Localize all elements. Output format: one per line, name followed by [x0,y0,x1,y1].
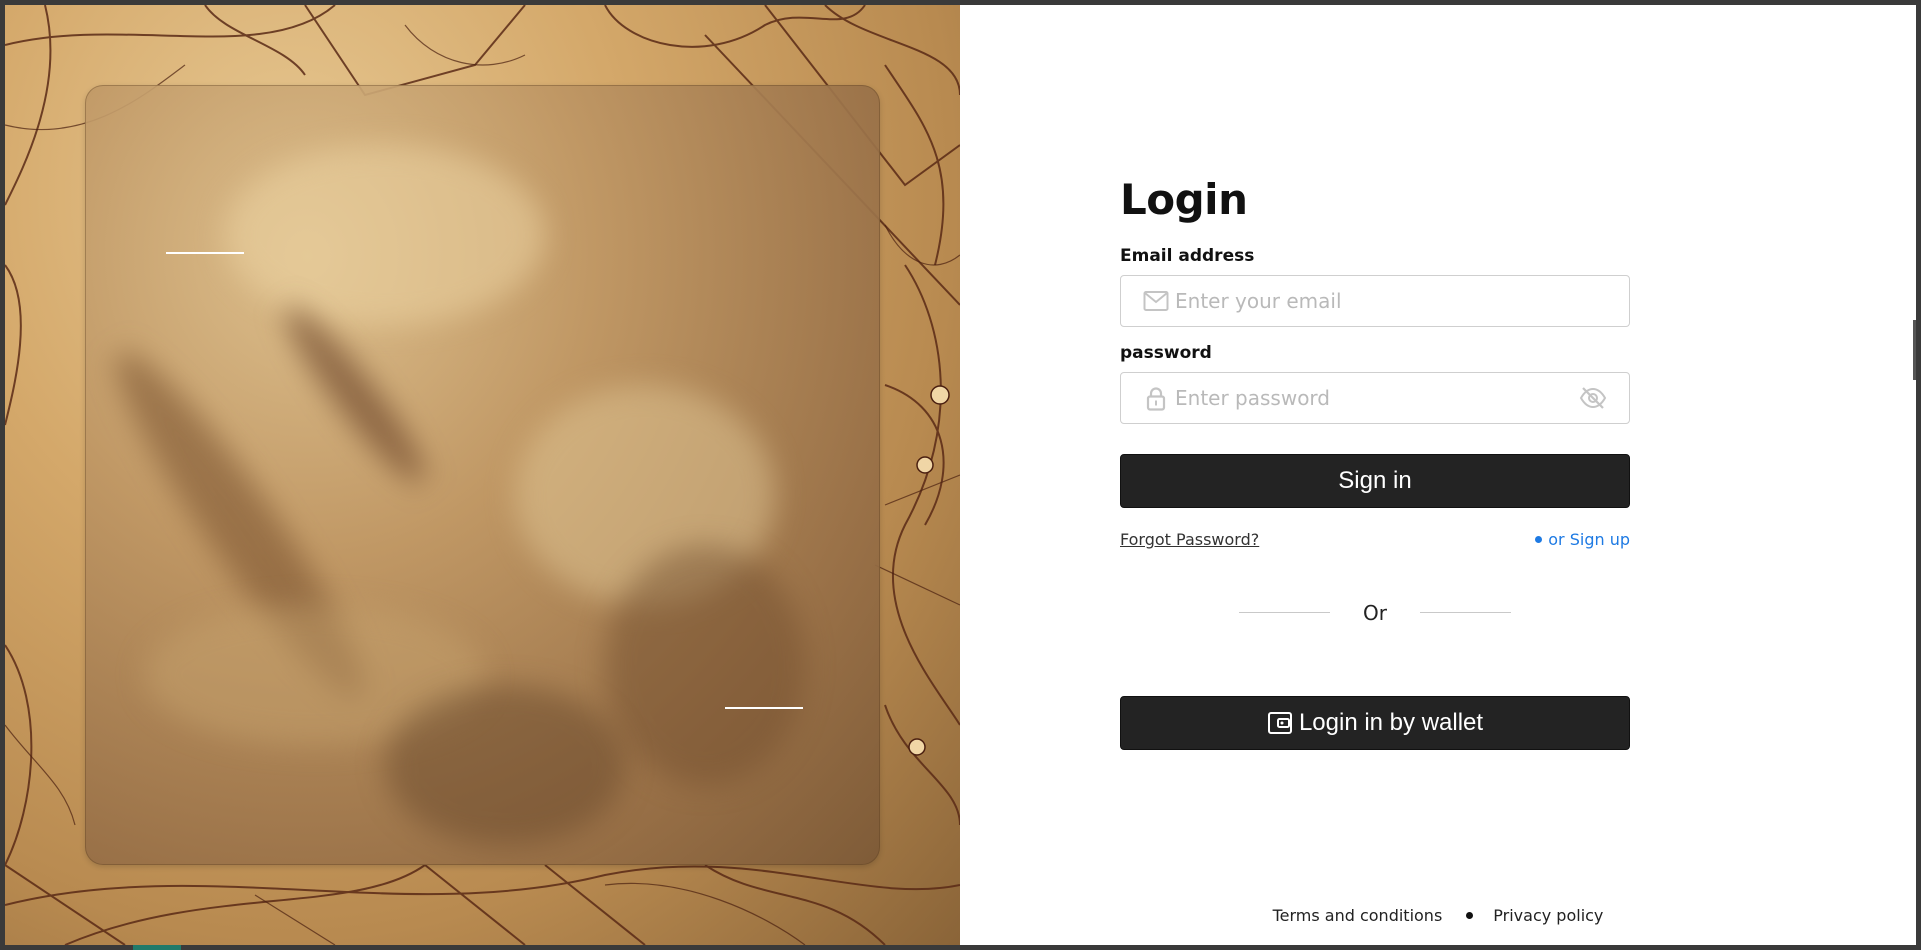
lock-icon [1146,387,1166,411]
login-form: Login Email address password [1120,170,1630,750]
email-field[interactable] [1175,276,1575,326]
footer: Terms and conditions Privacy policy [960,903,1916,927]
wallet-login-button[interactable]: Login in by wallet [1120,696,1630,750]
sign-up-link[interactable]: or Sign up [1535,530,1630,549]
email-label: Email address [1120,246,1255,266]
taskbar-indicator [133,945,181,950]
divider-line-right [1420,612,1511,613]
sign-in-button[interactable]: Sign in [1120,454,1630,508]
scrollbar-thumb[interactable] [1913,320,1916,380]
wallet-icon [1267,712,1292,734]
mail-icon [1143,291,1169,311]
auth-links-row: Forgot Password? or Sign up [1120,530,1630,552]
bullet-dot-icon [1535,536,1543,543]
footer-separator-dot [1466,911,1474,919]
or-divider: Or [1120,601,1630,625]
sign-up-label: or Sign up [1548,530,1630,549]
terms-link[interactable]: Terms and conditions [1273,906,1443,925]
or-label: Or [1363,601,1387,625]
wallet-login-label: Login in by wallet [1298,709,1484,736]
password-label: password [1120,343,1212,363]
email-field-container [1120,275,1630,327]
login-panel: Login Email address password [960,5,1916,945]
hero-artwork [5,5,960,945]
password-field[interactable] [1175,373,1575,423]
page-title: Login [1120,175,1248,224]
eye-off-icon[interactable] [1579,385,1607,411]
privacy-link[interactable]: Privacy policy [1493,906,1603,925]
forgot-password-link[interactable]: Forgot Password? [1120,530,1259,549]
blurred-glass-card [85,85,880,865]
password-field-container [1120,372,1630,424]
app-window: Login Email address password [5,5,1916,945]
quote-close-line [725,707,803,709]
quote-open-line [166,252,244,254]
